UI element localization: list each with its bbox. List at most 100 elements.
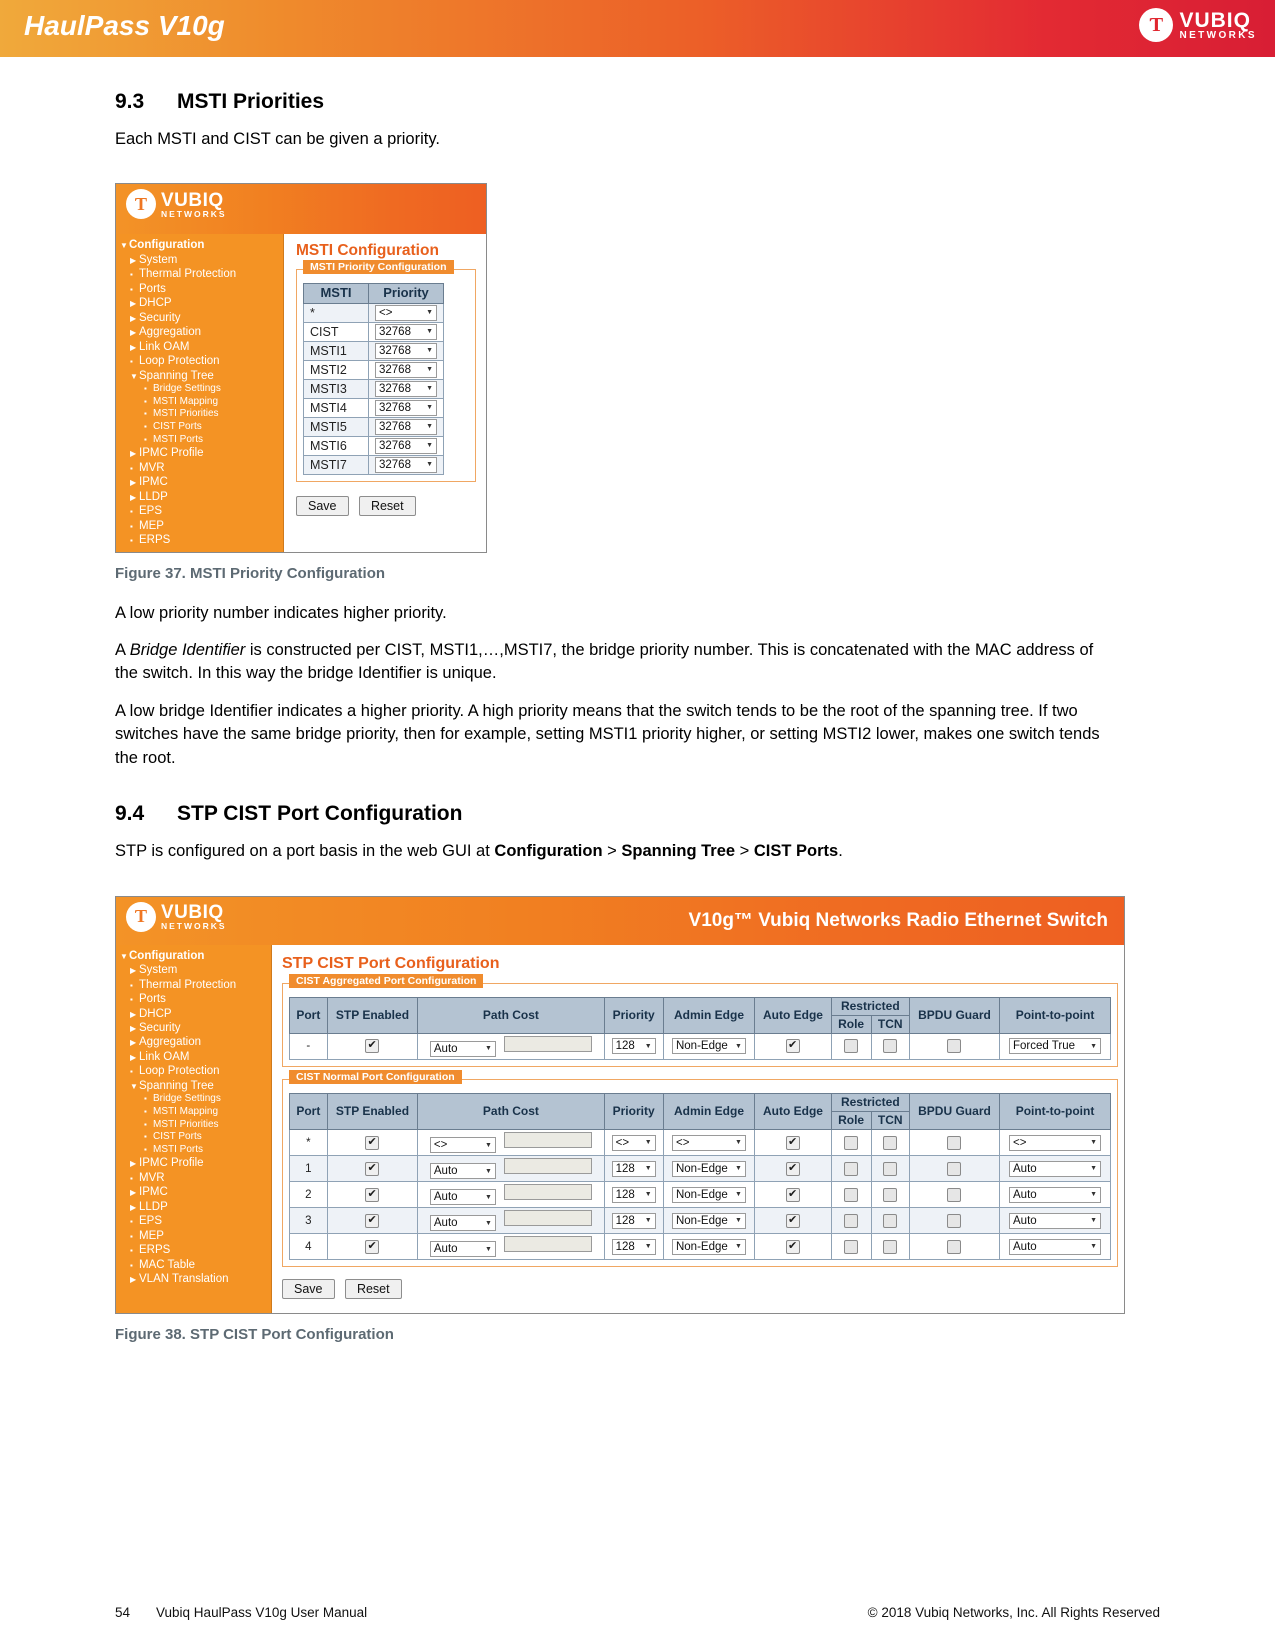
nav-item-ipmc[interactable]: ▶ IPMC: [116, 1185, 271, 1199]
nav-item-eps[interactable]: ▪ EPS: [116, 504, 283, 518]
stp-enabled-checkbox[interactable]: [365, 1239, 380, 1254]
bpdu-guard-checkbox[interactable]: [947, 1135, 962, 1150]
admin-edge-select[interactable]: Non-Edge ▼: [671, 1238, 746, 1255]
nav-item-mvr[interactable]: ▪ MVR: [116, 1171, 271, 1185]
nav-item-mep[interactable]: ▪ MEP: [116, 519, 283, 533]
nav-item-system[interactable]: ▶ System: [116, 253, 283, 267]
path-cost-input[interactable]: [503, 1236, 592, 1253]
admin-edge-select[interactable]: <> ▼: [671, 1134, 746, 1151]
nav-item-ipmc-profile[interactable]: ▶ IPMC Profile: [116, 446, 283, 460]
bpdu-guard-checkbox[interactable]: [947, 1161, 962, 1176]
stp-enabled-checkbox[interactable]: [365, 1135, 380, 1150]
priority-select[interactable]: <> ▼: [611, 1134, 656, 1151]
restricted-role-checkbox[interactable]: [844, 1161, 859, 1176]
nav-item-msti-mapping[interactable]: ▪ MSTI Mapping: [116, 396, 283, 409]
admin-edge-select[interactable]: Non-Edge ▼: [671, 1212, 746, 1229]
nav-item-spanning-tree[interactable]: ▼Spanning Tree: [116, 369, 283, 383]
restricted-role-checkbox[interactable]: [844, 1039, 859, 1054]
nav-item-cist-ports[interactable]: ▪ CIST Ports: [116, 1131, 271, 1144]
path-cost-select[interactable]: Auto ▼: [429, 1189, 496, 1206]
path-cost-input[interactable]: [503, 1210, 592, 1227]
bpdu-guard-checkbox[interactable]: [947, 1213, 962, 1228]
bpdu-guard-checkbox[interactable]: [947, 1039, 962, 1054]
nav-item-mac-table[interactable]: ▪ MAC Table: [116, 1258, 271, 1272]
nav-item-security[interactable]: ▶ Security: [116, 311, 283, 325]
stp-enabled-checkbox[interactable]: [365, 1161, 380, 1176]
nav-item-lldp[interactable]: ▶ LLDP: [116, 490, 283, 504]
priority-select[interactable]: 128 ▼: [611, 1186, 656, 1203]
auto-edge-checkbox[interactable]: [785, 1038, 800, 1054]
priority-select[interactable]: 32768 ▼: [375, 380, 437, 397]
priority-select[interactable]: 128 ▼: [611, 1212, 656, 1229]
nav-item-mep[interactable]: ▪ MEP: [116, 1229, 271, 1243]
nav-item-loop-protection[interactable]: ▪ Loop Protection: [116, 354, 283, 368]
stp-enabled-checkbox[interactable]: [365, 1187, 380, 1202]
stp-enabled-checkbox[interactable]: [365, 1213, 380, 1228]
fig38-save-button[interactable]: Save: [282, 1279, 335, 1300]
nav-item-thermal-protection[interactable]: ▪ Thermal Protection: [116, 978, 271, 992]
point-to-point-select[interactable]: Auto ▼: [1009, 1160, 1102, 1177]
priority-select[interactable]: 128 ▼: [611, 1038, 656, 1055]
path-cost-select[interactable]: Auto ▼: [429, 1215, 496, 1232]
restricted-tcn-checkbox[interactable]: [883, 1239, 898, 1254]
nav-item-ports[interactable]: ▪ Ports: [116, 282, 283, 296]
restricted-role-checkbox[interactable]: [844, 1135, 859, 1150]
fig37-save-button[interactable]: Save: [296, 495, 349, 516]
nav-item-dhcp[interactable]: ▶ DHCP: [116, 1007, 271, 1021]
nav-item-loop-protection[interactable]: ▪ Loop Protection: [116, 1064, 271, 1078]
nav-item-configuration[interactable]: ▼Configuration: [116, 238, 283, 252]
point-to-point-select[interactable]: <> ▼: [1009, 1134, 1102, 1151]
path-cost-input[interactable]: [503, 1132, 592, 1149]
auto-edge-checkbox[interactable]: [785, 1187, 800, 1202]
admin-edge-select[interactable]: Non-Edge ▼: [671, 1186, 746, 1203]
priority-select[interactable]: <> ▼: [375, 304, 437, 321]
nav-item-configuration[interactable]: ▼Configuration: [116, 949, 271, 963]
nav-item-eps[interactable]: ▪ EPS: [116, 1214, 271, 1228]
nav-item-erps[interactable]: ▪ ERPS: [116, 1243, 271, 1257]
nav-item-spanning-tree[interactable]: ▼Spanning Tree: [116, 1079, 271, 1093]
bpdu-guard-checkbox[interactable]: [947, 1239, 962, 1254]
nav-item-bridge-settings[interactable]: ▪ Bridge Settings: [116, 383, 283, 396]
nav-item-link-oam[interactable]: ▶ Link OAM: [116, 1050, 271, 1064]
nav-item-vlan-translation[interactable]: ▶ VLAN Translation: [116, 1272, 271, 1286]
auto-edge-checkbox[interactable]: [785, 1213, 800, 1228]
nav-item-ipmc-profile[interactable]: ▶ IPMC Profile: [116, 1156, 271, 1170]
path-cost-select[interactable]: Auto ▼: [429, 1163, 496, 1180]
priority-select[interactable]: 32768 ▼: [375, 342, 437, 359]
admin-edge-select[interactable]: Non-Edge ▼: [671, 1038, 746, 1055]
bpdu-guard-checkbox[interactable]: [947, 1187, 962, 1202]
nav-item-bridge-settings[interactable]: ▪ Bridge Settings: [116, 1093, 271, 1106]
nav-item-system[interactable]: ▶ System: [116, 963, 271, 977]
fig37-reset-button[interactable]: Reset: [358, 495, 416, 516]
nav-item-msti-ports[interactable]: ▪ MSTI Ports: [116, 434, 283, 447]
restricted-role-checkbox[interactable]: [844, 1213, 859, 1228]
path-cost-input[interactable]: [503, 1035, 592, 1052]
point-to-point-select[interactable]: Auto ▼: [1009, 1186, 1102, 1203]
nav-item-aggregation[interactable]: ▶ Aggregation: [116, 1035, 271, 1049]
restricted-role-checkbox[interactable]: [844, 1187, 859, 1202]
nav-item-ports[interactable]: ▪ Ports: [116, 992, 271, 1006]
restricted-role-checkbox[interactable]: [844, 1239, 859, 1254]
priority-select[interactable]: 128 ▼: [611, 1160, 656, 1177]
path-cost-input[interactable]: [503, 1184, 592, 1201]
nav-item-link-oam[interactable]: ▶ Link OAM: [116, 340, 283, 354]
point-to-point-select[interactable]: Auto ▼: [1009, 1212, 1102, 1229]
stp-enabled-checkbox[interactable]: [365, 1038, 380, 1054]
fig38-reset-button[interactable]: Reset: [344, 1279, 402, 1300]
priority-select[interactable]: 32768 ▼: [375, 361, 437, 378]
nav-item-dhcp[interactable]: ▶ DHCP: [116, 296, 283, 310]
nav-item-cist-ports[interactable]: ▪ CIST Ports: [116, 421, 283, 434]
nav-item-thermal-protection[interactable]: ▪ Thermal Protection: [116, 267, 283, 281]
restricted-tcn-checkbox[interactable]: [883, 1039, 898, 1054]
priority-select[interactable]: 32768 ▼: [375, 399, 437, 416]
nav-item-security[interactable]: ▶ Security: [116, 1021, 271, 1035]
nav-item-msti-priorities[interactable]: ▪ MSTI Priorities: [116, 408, 283, 421]
nav-item-msti-ports[interactable]: ▪ MSTI Ports: [116, 1144, 271, 1157]
restricted-tcn-checkbox[interactable]: [883, 1135, 898, 1150]
restricted-tcn-checkbox[interactable]: [883, 1213, 898, 1228]
path-cost-select[interactable]: <> ▼: [429, 1137, 496, 1154]
admin-edge-select[interactable]: Non-Edge ▼: [671, 1160, 746, 1177]
auto-edge-checkbox[interactable]: [785, 1239, 800, 1254]
nav-item-msti-mapping[interactable]: ▪ MSTI Mapping: [116, 1106, 271, 1119]
restricted-tcn-checkbox[interactable]: [883, 1161, 898, 1176]
